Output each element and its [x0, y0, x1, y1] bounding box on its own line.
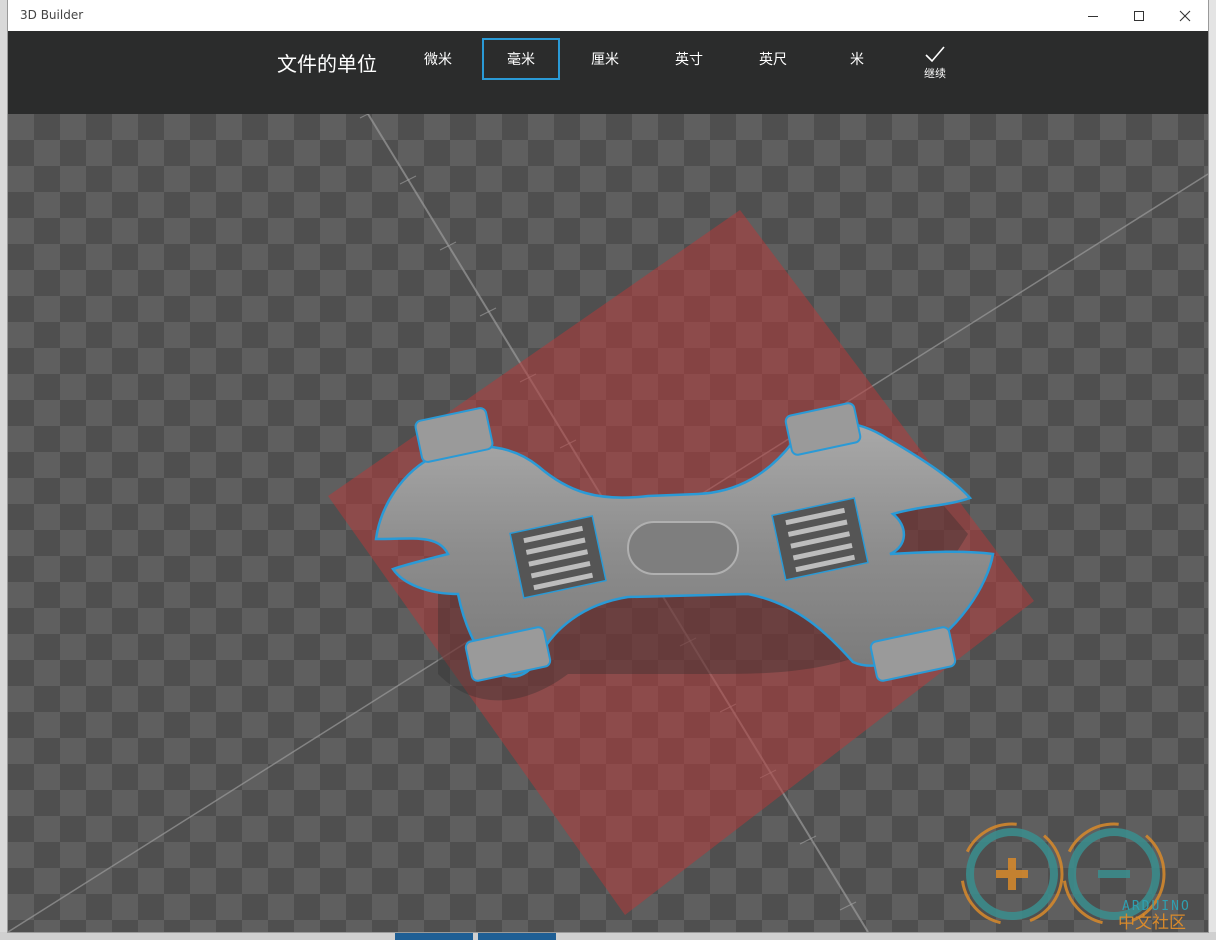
scene-canvas: ARDUINO 中文社区 — [8, 114, 1208, 932]
continue-button[interactable]: 继续 — [914, 45, 956, 89]
units-toolbar: 文件的单位 微米 毫米 厘米 英寸 英尺 米 继续 — [8, 31, 1208, 114]
checkmark-icon — [925, 46, 945, 63]
background-tab — [478, 931, 556, 940]
unit-foot-button[interactable]: 英尺 — [734, 38, 812, 80]
close-icon — [1179, 10, 1191, 21]
title-bar: 3D Builder — [8, 0, 1208, 31]
unit-meter-button[interactable]: 米 — [818, 38, 896, 80]
unit-micrometer-button[interactable]: 微米 — [399, 38, 477, 80]
background-app-right — [1208, 0, 1216, 940]
maximize-icon — [1134, 10, 1144, 21]
taskbar-strip — [0, 932, 1216, 940]
minimize-button[interactable] — [1070, 0, 1116, 31]
units-label: 文件的单位 — [277, 52, 377, 76]
minimize-icon — [1088, 15, 1098, 17]
unit-millimeter-button[interactable]: 毫米 — [482, 38, 560, 80]
unit-inch-button[interactable]: 英寸 — [650, 38, 728, 80]
watermark-sub: 中文社区 — [1118, 913, 1186, 932]
unit-centimeter-button[interactable]: 厘米 — [566, 38, 644, 80]
watermark-brand: ARDUINO — [1122, 899, 1191, 914]
window-title: 3D Builder — [20, 8, 84, 22]
maximize-button[interactable] — [1116, 0, 1162, 31]
background-tab — [395, 931, 473, 940]
close-button[interactable] — [1162, 0, 1208, 31]
app-window: 3D Builder 文件的单位 微米 毫米 厘米 英寸 英尺 米 继续 ARD… — [8, 0, 1208, 932]
3d-viewport[interactable]: ARDUINO 中文社区 — [8, 114, 1208, 932]
background-app-left — [0, 0, 8, 940]
continue-label: 继续 — [924, 67, 946, 80]
